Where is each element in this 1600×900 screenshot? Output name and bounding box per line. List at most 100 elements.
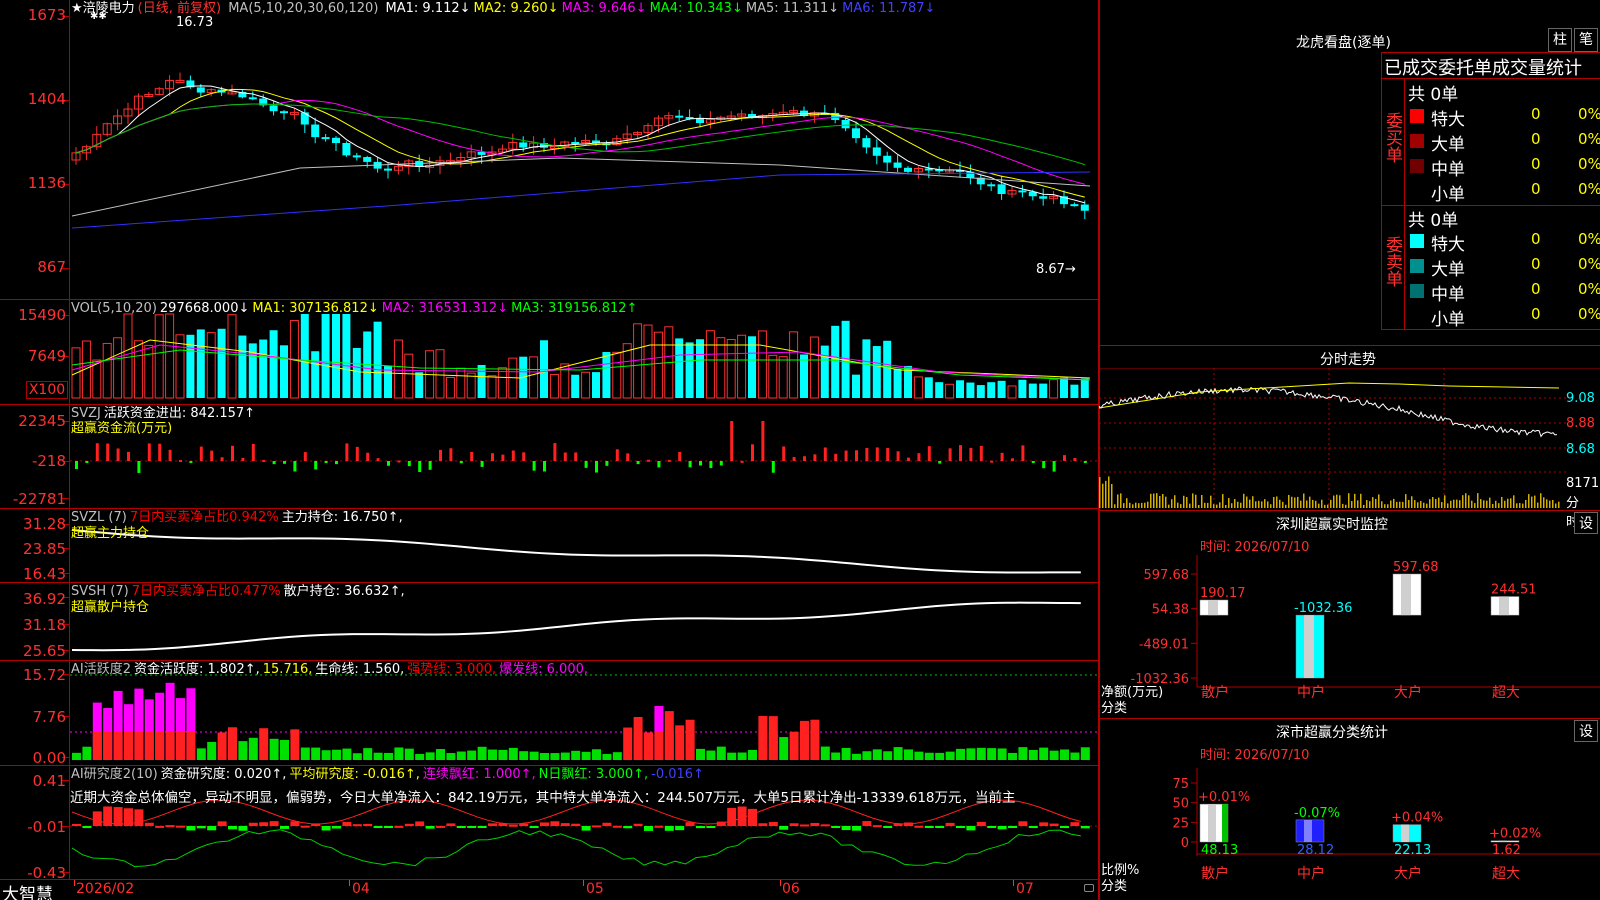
svsh-header: SVSH (7) 7日内买卖净占比0.477% 散户持仓: 36.632↑, [71,584,408,600]
ai-active-tick: 15.72 [23,666,66,684]
flow-bar [1000,452,1004,461]
sz-monitor-settings-button[interactable]: 设 [1574,512,1598,534]
intraday-volume-bar [1402,501,1404,508]
intraday-volume-bar [1321,499,1323,508]
flow-bar [657,461,661,468]
intraday-volume-bar [1165,496,1167,508]
volume-bar [966,382,975,398]
ratio-bar-highlight [1401,824,1409,842]
intraday-volume-bar [1342,503,1344,508]
flow-bar [615,449,619,461]
order-table-title: 已成交委托单成交量统计 [1384,58,1582,79]
indicator-value: -0.016↑ [651,767,704,782]
svzl-header: SVZL (7) 7日内买卖净占比0.942% 主力持仓: 16.750↑, [71,510,406,526]
indicator-value: MA2: 316531.312↓ [381,301,509,316]
bar-view-button[interactable]: 柱 [1548,28,1572,52]
volume-bar [259,339,268,398]
research-bar [696,826,705,829]
flow-bar [605,461,609,466]
flow-bar [969,447,973,461]
research-bar [259,822,269,826]
volume-bar [571,374,580,398]
flow-bar [189,461,193,463]
net-value-label: 244.51 [1491,583,1537,598]
y-tick-label: 0 [1181,836,1189,851]
order-row: 特大 0 0% [1405,229,1600,255]
research-bar [269,821,279,826]
activity-bar [779,737,789,760]
intraday-volume-bar [1534,495,1536,508]
candle-body [321,137,330,140]
category-label: 超大 [1492,685,1520,701]
intraday-volume-bar [1549,500,1551,508]
intraday-volume-bar [1474,503,1476,508]
activity-bar [1070,752,1080,760]
ma-line [71,157,1091,217]
activity-bar [831,752,841,760]
indicator-value: MA5: 11.311↓ [745,1,840,16]
flow-bar [979,445,983,461]
intraday-volume-bar [1324,504,1326,508]
research-bar [207,826,217,831]
intraday-volume-bar [1135,502,1137,508]
lock-icon[interactable] [1084,884,1094,892]
activity-bar [768,732,778,760]
volume-bar [549,373,559,399]
intraday-chart[interactable] [1099,368,1600,510]
period-label[interactable]: (日线, 前复权) [138,1,221,16]
research-bar [92,811,102,826]
sz-class-title: 深市超赢分类统计 [1276,725,1388,741]
ratio-value-label: 22.13 [1394,843,1431,858]
flow-bar [345,443,349,461]
volume-bar [935,382,944,398]
activity-bar [290,729,300,760]
intraday-volume-bar [1432,497,1434,508]
category-label: 散户 [1201,684,1229,701]
activity-bar [935,752,945,760]
ratio-value-label: 28.12 [1297,843,1334,858]
intraday-volume-bar [1330,499,1332,508]
volume-bar [705,330,715,399]
research-bar [550,821,560,826]
flow-bar [855,450,858,461]
activity-bar [675,725,685,760]
activity-bar [1039,747,1049,760]
intraday-volume-bar [1555,503,1557,508]
intraday-volume-bar [1210,495,1212,508]
research-bar [248,822,258,826]
price-candles [71,72,1091,229]
volume-bar [789,331,799,399]
volume-bar [529,356,539,399]
order-size-label: 小单 [1431,310,1465,330]
flow-bar [938,461,942,464]
fund-flow-bars [70,421,1098,473]
pen-view-button[interactable]: 笔 [1574,28,1598,52]
sz-class-settings-button[interactable]: 设 [1574,720,1598,742]
intraday-volume-bar [1357,500,1359,508]
kline-panels[interactable] [0,0,1100,900]
intraday-volume-bar [1375,498,1377,508]
volume-bar [643,324,653,399]
change-label: -0.07% [1294,806,1340,821]
flow-bar [293,461,297,472]
intraday-volume-bar [1423,502,1425,508]
ai-research-tick: -0.01 [27,818,66,836]
category-label: 散户 [1201,865,1229,882]
intraday-volume-bar [1468,495,1470,508]
indicator-value: SVZL (7) [71,510,127,525]
order-percent: 0% [1578,230,1600,248]
volume-bar [1007,385,1017,399]
candle-body [342,143,351,156]
section-divider [1099,510,1600,511]
intraday-volume-bar [1414,500,1416,508]
research-bar [956,826,965,828]
intraday-volume-bar [1384,504,1386,508]
svzl-tick: 31.28 [23,515,66,533]
intraday-vol-tick: 8171 [1566,476,1600,491]
activity-bar [997,748,1007,760]
volume-unit-button[interactable]: X100 [26,381,68,399]
research-bar [997,826,1007,830]
y-tick-label: 25 [1172,816,1189,831]
flow-bar [699,461,702,466]
research-bar [186,826,196,831]
